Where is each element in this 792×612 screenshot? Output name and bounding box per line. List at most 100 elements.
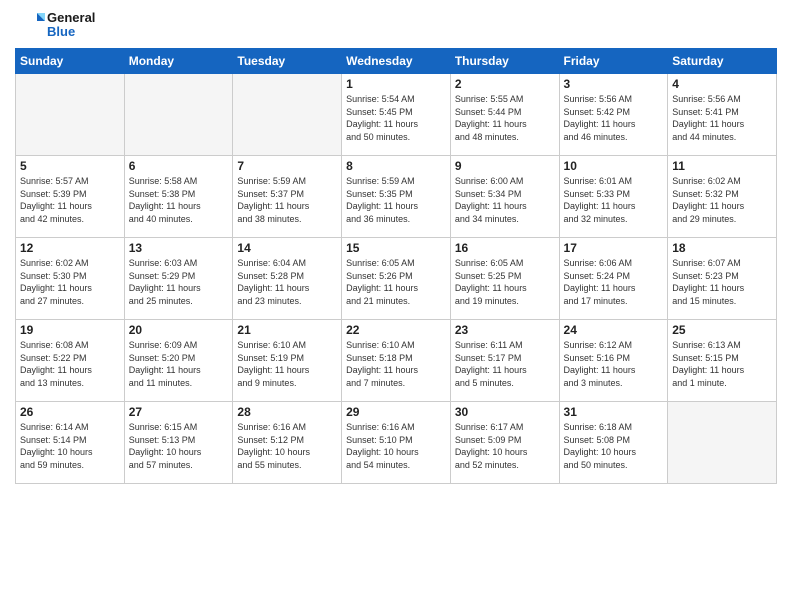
day-number: 20 (129, 323, 229, 337)
weekday-header-saturday: Saturday (668, 49, 777, 74)
day-info: Sunrise: 5:56 AM Sunset: 5:42 PM Dayligh… (564, 93, 664, 143)
calendar-cell: 9 Sunrise: 6:00 AM Sunset: 5:34 PM Daylig… (450, 156, 559, 238)
day-number: 16 (455, 241, 555, 255)
day-number: 29 (346, 405, 446, 419)
calendar-cell: 1 Sunrise: 5:54 AM Sunset: 5:45 PM Daylig… (342, 74, 451, 156)
calendar-cell: 28Sunrise: 6:16 AM Sunset: 5:12 PM Dayli… (233, 402, 342, 484)
calendar-week-1: 1 Sunrise: 5:54 AM Sunset: 5:45 PM Daylig… (16, 74, 777, 156)
day-info: Sunrise: 6:16 AM Sunset: 5:10 PM Dayligh… (346, 421, 446, 471)
day-number: 21 (237, 323, 337, 337)
day-info: Sunrise: 5:59 AM Sunset: 5:37 PM Dayligh… (237, 175, 337, 225)
day-number: 13 (129, 241, 229, 255)
logo: General Blue (15, 10, 95, 40)
day-number: 5 (20, 159, 120, 173)
day-info: Sunrise: 5:57 AM Sunset: 5:39 PM Dayligh… (20, 175, 120, 225)
weekday-header-wednesday: Wednesday (342, 49, 451, 74)
calendar-week-3: 12Sunrise: 6:02 AM Sunset: 5:30 PM Dayli… (16, 238, 777, 320)
day-number: 27 (129, 405, 229, 419)
calendar-cell (16, 74, 125, 156)
day-info: Sunrise: 6:15 AM Sunset: 5:13 PM Dayligh… (129, 421, 229, 471)
day-info: Sunrise: 6:11 AM Sunset: 5:17 PM Dayligh… (455, 339, 555, 389)
calendar-cell: 8Sunrise: 5:59 AM Sunset: 5:35 PM Daylig… (342, 156, 451, 238)
calendar-week-4: 19 Sunrise: 6:08 AM Sunset: 5:22 PM Dayli… (16, 320, 777, 402)
day-info: Sunrise: 6:01 AM Sunset: 5:33 PM Dayligh… (564, 175, 664, 225)
calendar-cell: 4 Sunrise: 5:56 AM Sunset: 5:41 PM Daylig… (668, 74, 777, 156)
calendar-cell: 16 Sunrise: 6:05 AM Sunset: 5:25 PM Dayli… (450, 238, 559, 320)
day-info: Sunrise: 6:05 AM Sunset: 5:26 PM Dayligh… (346, 257, 446, 307)
weekday-header-sunday: Sunday (16, 49, 125, 74)
day-number: 24 (564, 323, 664, 337)
calendar-table: SundayMondayTuesdayWednesdayThursdayFrid… (15, 48, 777, 484)
calendar-cell: 6 Sunrise: 5:58 AM Sunset: 5:38 PM Daylig… (124, 156, 233, 238)
day-info: Sunrise: 6:06 AM Sunset: 5:24 PM Dayligh… (564, 257, 664, 307)
day-number: 4 (672, 77, 772, 91)
day-number: 28 (237, 405, 337, 419)
day-number: 25 (672, 323, 772, 337)
calendar-cell: 23 Sunrise: 6:11 AM Sunset: 5:17 PM Dayli… (450, 320, 559, 402)
day-number: 14 (237, 241, 337, 255)
day-info: Sunrise: 6:18 AM Sunset: 5:08 PM Dayligh… (564, 421, 664, 471)
calendar-cell: 17 Sunrise: 6:06 AM Sunset: 5:24 PM Dayli… (559, 238, 668, 320)
day-info: Sunrise: 5:56 AM Sunset: 5:41 PM Dayligh… (672, 93, 772, 143)
calendar-cell: 30Sunrise: 6:17 AM Sunset: 5:09 PM Dayli… (450, 402, 559, 484)
day-info: Sunrise: 6:09 AM Sunset: 5:20 PM Dayligh… (129, 339, 229, 389)
day-info: Sunrise: 6:02 AM Sunset: 5:32 PM Dayligh… (672, 175, 772, 225)
day-info: Sunrise: 5:58 AM Sunset: 5:38 PM Dayligh… (129, 175, 229, 225)
calendar-week-2: 5 Sunrise: 5:57 AM Sunset: 5:39 PM Daylig… (16, 156, 777, 238)
calendar-cell: 20 Sunrise: 6:09 AM Sunset: 5:20 PM Dayli… (124, 320, 233, 402)
calendar-cell: 27 Sunrise: 6:15 AM Sunset: 5:13 PM Dayli… (124, 402, 233, 484)
day-info: Sunrise: 6:12 AM Sunset: 5:16 PM Dayligh… (564, 339, 664, 389)
calendar-cell: 7Sunrise: 5:59 AM Sunset: 5:37 PM Daylig… (233, 156, 342, 238)
logo-blue: Blue (47, 25, 95, 39)
weekday-header-monday: Monday (124, 49, 233, 74)
day-info: Sunrise: 5:59 AM Sunset: 5:35 PM Dayligh… (346, 175, 446, 225)
day-info: Sunrise: 6:02 AM Sunset: 5:30 PM Dayligh… (20, 257, 120, 307)
weekday-header-thursday: Thursday (450, 49, 559, 74)
weekday-header-row: SundayMondayTuesdayWednesdayThursdayFrid… (16, 49, 777, 74)
day-number: 31 (564, 405, 664, 419)
calendar-cell: 19 Sunrise: 6:08 AM Sunset: 5:22 PM Dayli… (16, 320, 125, 402)
day-info: Sunrise: 6:10 AM Sunset: 5:19 PM Dayligh… (237, 339, 337, 389)
day-number: 10 (564, 159, 664, 173)
calendar-cell: 22Sunrise: 6:10 AM Sunset: 5:18 PM Dayli… (342, 320, 451, 402)
day-number: 18 (672, 241, 772, 255)
day-info: Sunrise: 6:03 AM Sunset: 5:29 PM Dayligh… (129, 257, 229, 307)
day-info: Sunrise: 6:14 AM Sunset: 5:14 PM Dayligh… (20, 421, 120, 471)
calendar-cell: 31 Sunrise: 6:18 AM Sunset: 5:08 PM Dayli… (559, 402, 668, 484)
day-number: 1 (346, 77, 446, 91)
logo-svg (15, 10, 45, 40)
logo-general: General (47, 11, 95, 25)
day-number: 9 (455, 159, 555, 173)
day-number: 19 (20, 323, 120, 337)
calendar-cell: 10 Sunrise: 6:01 AM Sunset: 5:33 PM Dayli… (559, 156, 668, 238)
calendar-cell: 2 Sunrise: 5:55 AM Sunset: 5:44 PM Daylig… (450, 74, 559, 156)
day-number: 30 (455, 405, 555, 419)
day-number: 23 (455, 323, 555, 337)
day-number: 6 (129, 159, 229, 173)
main-container: General Blue SundayMondayTuesdayWednesda… (0, 0, 792, 612)
day-number: 17 (564, 241, 664, 255)
day-number: 11 (672, 159, 772, 173)
day-number: 2 (455, 77, 555, 91)
calendar-cell: 24 Sunrise: 6:12 AM Sunset: 5:16 PM Dayli… (559, 320, 668, 402)
calendar-cell: 14Sunrise: 6:04 AM Sunset: 5:28 PM Dayli… (233, 238, 342, 320)
calendar-cell: 29 Sunrise: 6:16 AM Sunset: 5:10 PM Dayli… (342, 402, 451, 484)
calendar-cell: 21 Sunrise: 6:10 AM Sunset: 5:19 PM Dayli… (233, 320, 342, 402)
calendar-cell (668, 402, 777, 484)
day-info: Sunrise: 6:13 AM Sunset: 5:15 PM Dayligh… (672, 339, 772, 389)
day-info: Sunrise: 6:07 AM Sunset: 5:23 PM Dayligh… (672, 257, 772, 307)
day-info: Sunrise: 6:05 AM Sunset: 5:25 PM Dayligh… (455, 257, 555, 307)
day-number: 15 (346, 241, 446, 255)
calendar-cell: 18 Sunrise: 6:07 AM Sunset: 5:23 PM Dayli… (668, 238, 777, 320)
day-info: Sunrise: 5:54 AM Sunset: 5:45 PM Dayligh… (346, 93, 446, 143)
calendar-cell: 3Sunrise: 5:56 AM Sunset: 5:42 PM Daylig… (559, 74, 668, 156)
calendar-cell: 12Sunrise: 6:02 AM Sunset: 5:30 PM Dayli… (16, 238, 125, 320)
day-number: 26 (20, 405, 120, 419)
calendar-week-5: 26 Sunrise: 6:14 AM Sunset: 5:14 PM Dayli… (16, 402, 777, 484)
day-info: Sunrise: 6:08 AM Sunset: 5:22 PM Dayligh… (20, 339, 120, 389)
day-info: Sunrise: 6:00 AM Sunset: 5:34 PM Dayligh… (455, 175, 555, 225)
day-info: Sunrise: 5:55 AM Sunset: 5:44 PM Dayligh… (455, 93, 555, 143)
calendar-cell (233, 74, 342, 156)
day-info: Sunrise: 6:10 AM Sunset: 5:18 PM Dayligh… (346, 339, 446, 389)
calendar-cell (124, 74, 233, 156)
